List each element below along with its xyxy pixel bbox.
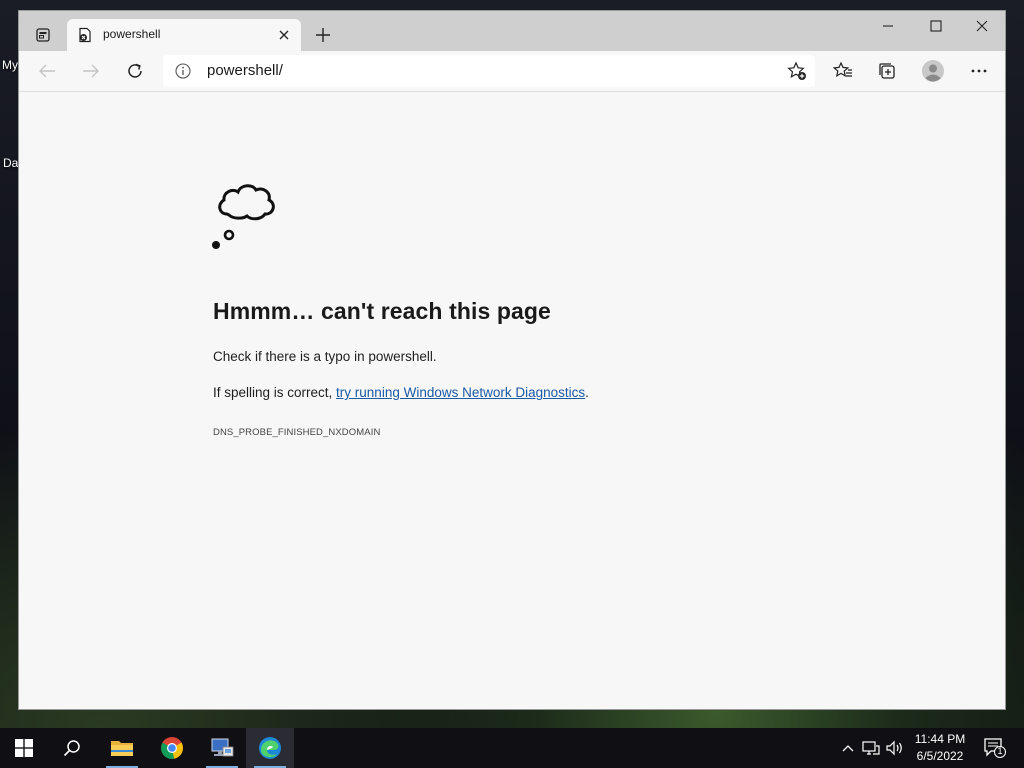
chrome-icon (161, 737, 183, 759)
notifications-button[interactable]: 1 (982, 738, 1008, 758)
browser-tab[interactable]: powershell (67, 19, 301, 51)
maximize-icon (930, 20, 942, 32)
refresh-icon (128, 63, 142, 78)
forward-button[interactable] (75, 57, 107, 85)
network-tray-button[interactable] (861, 738, 881, 758)
network-app-taskbar-button[interactable] (198, 728, 246, 768)
forward-arrow-icon (83, 64, 99, 78)
search-icon (63, 740, 80, 757)
close-tab-button[interactable] (275, 26, 293, 44)
volume-icon (886, 740, 902, 756)
chrome-taskbar-button[interactable] (148, 728, 196, 768)
start-icon (15, 739, 33, 757)
collections-icon (879, 63, 895, 79)
desktop-icon-label[interactable]: My (2, 58, 18, 72)
browser-window: powershell powershell/ Hmmm… can't reach… (18, 10, 1006, 710)
back-arrow-icon (39, 64, 55, 78)
refresh-button[interactable] (119, 57, 151, 85)
network-diagnostics-link[interactable]: try running Windows Network Diagnostics (336, 385, 585, 400)
info-icon[interactable] (175, 63, 191, 79)
collections-button[interactable] (871, 57, 903, 85)
profile-button[interactable] (917, 57, 949, 85)
diagnostics-hint-prefix: If spelling is correct, (213, 385, 337, 400)
tab-actions-icon (36, 28, 50, 42)
more-menu-button[interactable] (963, 57, 995, 85)
close-window-button[interactable] (959, 11, 1005, 41)
notification-count-badge: 1 (997, 746, 1003, 756)
clock-date: 6/5/2022 (916, 749, 964, 763)
show-hidden-icons-button[interactable] (838, 738, 858, 758)
edge-taskbar-button[interactable] (246, 728, 294, 768)
new-tab-button[interactable] (309, 23, 337, 47)
taskbar-clock[interactable]: 11:44 PM 6/5/2022 (908, 731, 972, 765)
back-button[interactable] (31, 57, 63, 85)
tab-title: powershell (103, 27, 161, 41)
diagnostics-hint: If spelling is correct, try running Wind… (213, 385, 589, 400)
page-error-icon (79, 27, 91, 43)
typo-hint-text: Check if there is a typo in powershell. (213, 349, 437, 364)
address-url[interactable]: powershell/ (207, 62, 283, 79)
chevron-up-icon (842, 745, 854, 752)
minimize-button[interactable] (865, 11, 911, 41)
taskbar: 11:44 PM 6/5/2022 1 (0, 728, 1024, 768)
tab-actions-button[interactable] (27, 19, 59, 51)
close-icon (976, 20, 988, 32)
clock-time: 11:44 PM (914, 732, 966, 746)
thought-cloud-icon (212, 184, 275, 249)
search-button[interactable] (48, 728, 96, 768)
favorites-button[interactable] (827, 57, 859, 85)
favorites-icon (833, 62, 852, 77)
minimize-icon (883, 25, 893, 27)
network-app-icon (211, 738, 234, 757)
desktop-icon-label[interactable]: Da (3, 156, 18, 170)
file-explorer-taskbar-button[interactable] (98, 728, 146, 768)
navigation-toolbar: powershell/ (19, 51, 1005, 92)
maximize-button[interactable] (913, 11, 959, 41)
close-icon (279, 30, 289, 40)
address-bar[interactable]: powershell/ (163, 55, 815, 87)
start-button[interactable] (0, 728, 48, 768)
file-explorer-icon (111, 741, 133, 756)
more-icon (971, 69, 987, 73)
diagnostics-hint-suffix: . (585, 385, 589, 400)
error-heading: Hmmm… can't reach this page (213, 298, 551, 324)
add-favorite-icon[interactable] (787, 61, 807, 81)
plus-icon (316, 28, 330, 42)
avatar-icon (922, 60, 944, 82)
title-bar: powershell (19, 11, 1005, 51)
error-code: DNS_PROBE_FINISHED_NXDOMAIN (213, 427, 381, 438)
edge-icon (259, 737, 281, 759)
volume-tray-button[interactable] (885, 738, 905, 758)
network-icon (862, 741, 880, 755)
page-content: Hmmm… can't reach this page Check if the… (19, 92, 1005, 709)
